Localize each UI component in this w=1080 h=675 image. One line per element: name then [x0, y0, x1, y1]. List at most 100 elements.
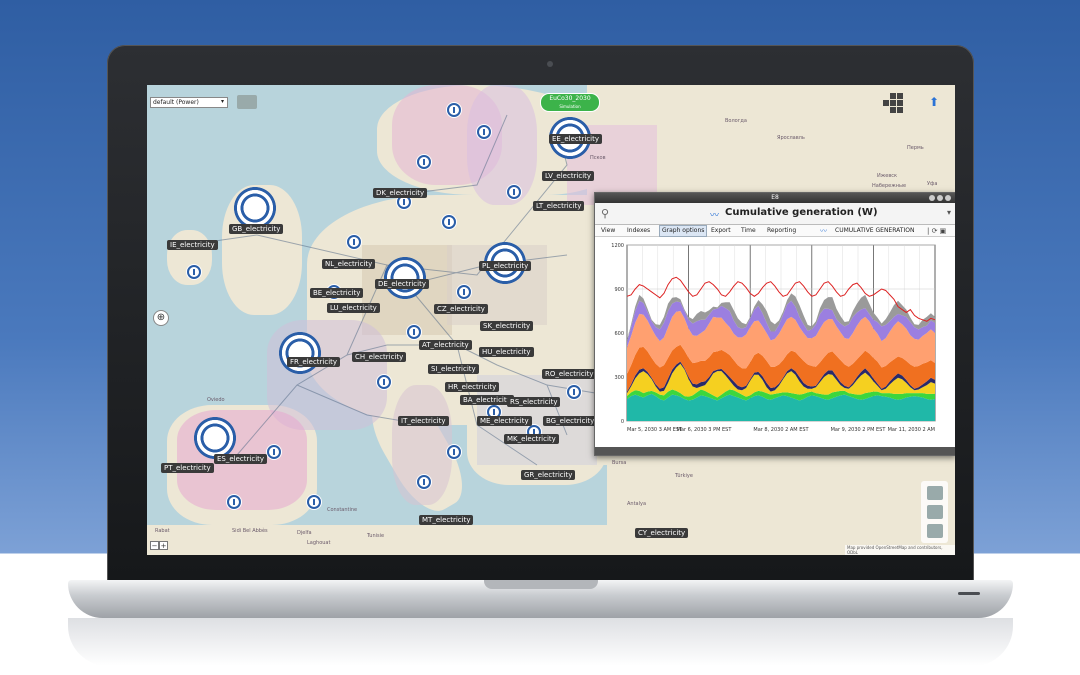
node-label[interactable]: MT_electricity: [419, 515, 474, 525]
node-label[interactable]: EE_electricity: [549, 134, 603, 144]
node-label[interactable]: ES_electricity: [214, 454, 268, 464]
tool-palette: [921, 481, 948, 543]
power-node-icon[interactable]: [267, 445, 281, 459]
menu-view[interactable]: View: [601, 225, 615, 237]
y-tick-label: 300: [614, 375, 624, 381]
window-titlebar-label: E8: [771, 194, 779, 201]
refresh-icon[interactable]: | ⟳ ▣: [927, 225, 946, 237]
layers-stack-icon[interactable]: [926, 524, 943, 538]
node-label[interactable]: MK_electricity: [504, 434, 559, 444]
city-label: Djelfa: [297, 530, 312, 536]
chevron-down-icon[interactable]: ▾: [221, 98, 227, 106]
maximize-icon[interactable]: [937, 195, 943, 201]
node-label[interactable]: CZ_electricity: [434, 304, 488, 314]
node-label[interactable]: IE_electricity: [167, 240, 218, 250]
node-label[interactable]: LU_electricity: [327, 303, 380, 313]
menu-reporting[interactable]: Reporting: [767, 225, 796, 237]
city-label: Bursa: [612, 460, 627, 466]
node-label[interactable]: CY_electricity: [635, 528, 689, 538]
city-label: Rabat: [155, 528, 170, 534]
close-icon[interactable]: [945, 195, 951, 201]
node-label[interactable]: HU_electricity: [479, 347, 534, 357]
node-label[interactable]: RO_electricity: [542, 369, 597, 379]
city-label: Вологда: [725, 118, 747, 124]
minimize-icon[interactable]: [929, 195, 935, 201]
chevron-down-icon[interactable]: ▾: [947, 208, 951, 217]
city-label: Пермь: [907, 145, 924, 151]
zoom-out-button[interactable]: −: [150, 541, 159, 550]
power-node-icon[interactable]: [442, 215, 456, 229]
menu-graph-options[interactable]: Graph options: [659, 225, 708, 237]
power-node-icon[interactable]: [377, 375, 391, 389]
city-label: Türkiye: [675, 473, 693, 479]
window-menu: View Indexes Graph options Export Time R…: [595, 225, 955, 237]
search-icon[interactable]: ⚲: [601, 207, 609, 220]
power-node-icon[interactable]: [447, 103, 461, 117]
city-label: Antalya: [627, 501, 647, 507]
node-label[interactable]: RS_electricity: [507, 397, 561, 407]
cluster-de[interactable]: [382, 255, 428, 301]
node-label[interactable]: DK_electricity: [373, 188, 428, 198]
settings-icon[interactable]: [926, 505, 943, 519]
node-label[interactable]: DE_electricity: [375, 279, 429, 289]
power-node-icon[interactable]: [407, 325, 421, 339]
document-icon[interactable]: [926, 486, 943, 500]
power-node-icon[interactable]: [567, 385, 581, 399]
power-node-icon[interactable]: [417, 155, 431, 169]
node-label[interactable]: PT_electricity: [161, 463, 214, 473]
node-label[interactable]: NL_electricity: [322, 259, 376, 269]
menu-export[interactable]: Export: [711, 225, 731, 237]
node-label[interactable]: LV_electricity: [542, 171, 595, 181]
node-label[interactable]: HR_electricity: [445, 382, 500, 392]
node-label[interactable]: BE_electricity: [310, 288, 364, 298]
grid-icon[interactable]: [883, 93, 903, 113]
node-label[interactable]: GB_electricity: [229, 224, 284, 234]
node-label[interactable]: SI_electricity: [428, 364, 479, 374]
power-node-icon[interactable]: [347, 235, 361, 249]
arrow-up-icon[interactable]: ⬆: [929, 95, 939, 109]
node-label[interactable]: CH_electricity: [352, 352, 407, 362]
power-node-icon[interactable]: [507, 185, 521, 199]
power-node-icon[interactable]: [307, 495, 321, 509]
scenario-select[interactable]: default (Power): [150, 97, 228, 108]
line-chart-icon: 〰: [820, 227, 827, 235]
power-node-icon[interactable]: [477, 125, 491, 139]
power-node-icon[interactable]: [417, 475, 431, 489]
menu-indexes[interactable]: Indexes: [627, 225, 650, 237]
power-node-icon[interactable]: [187, 265, 201, 279]
y-tick-label: 1200: [611, 243, 624, 249]
line-chart-icon: 〰: [710, 211, 720, 221]
x-tick-label: Mar 5, 2030 3 AM EST: [627, 427, 683, 433]
window-titlebar[interactable]: E8: [595, 193, 955, 203]
node-label[interactable]: ME_electricity: [477, 416, 532, 426]
chart-window[interactable]: E8 ⚲ 〰 Cumulative generation (W) ▾ View …: [594, 192, 955, 456]
city-label: Уфа: [927, 181, 938, 187]
power-node-icon[interactable]: [447, 445, 461, 459]
node-label[interactable]: LT_electricity: [533, 201, 585, 211]
y-tick-label: 0: [621, 419, 624, 425]
node-label[interactable]: BA_electricity: [460, 395, 514, 405]
pan-icon[interactable]: ⊕: [153, 310, 169, 326]
node-label[interactable]: SK_electricity: [480, 321, 534, 331]
laptop-reflection: [68, 618, 1013, 666]
scenario-badge[interactable]: EuCo30_2030 Simulation: [541, 94, 599, 111]
power-node-icon[interactable]: [227, 495, 241, 509]
node-label[interactable]: PL_electricity: [479, 261, 532, 271]
node-label[interactable]: FR_electricity: [287, 357, 341, 367]
power-node-icon[interactable]: [457, 285, 471, 299]
node-label[interactable]: GR_electricity: [521, 470, 576, 480]
series-label: CUMULATIVE GENERATION: [835, 227, 915, 234]
area-series-0: [627, 393, 935, 421]
node-label[interactable]: IT_electricity: [398, 416, 449, 426]
cluster-fr[interactable]: [277, 330, 323, 376]
node-label[interactable]: BG_electricity: [543, 416, 598, 426]
chart-plot[interactable]: 0 300 600 900 1200 Mar 5, 2030 3 AM ESTMar 6,…: [595, 239, 955, 441]
map-screen[interactable]: Вологда Ярославль Пермь Набережные Псков…: [147, 85, 955, 555]
menu-time[interactable]: Time: [741, 225, 756, 237]
layers-icon[interactable]: [237, 95, 257, 109]
zoom-controls: − +: [150, 541, 168, 550]
y-tick-label: 600: [614, 331, 624, 337]
node-label[interactable]: AT_electricity: [419, 340, 472, 350]
window-header: ⚲ 〰 Cumulative generation (W) ▾: [595, 203, 955, 225]
zoom-in-button[interactable]: +: [159, 541, 168, 550]
